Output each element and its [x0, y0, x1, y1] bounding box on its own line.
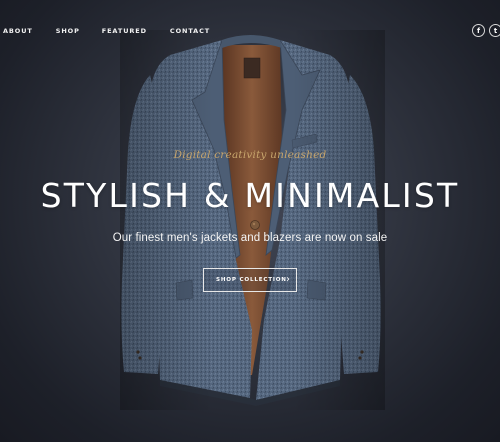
- hero-headline: STYLISH & MINIMALIST: [40, 176, 460, 215]
- shop-collection-button[interactable]: SHOP COLLECTION ›: [203, 268, 297, 292]
- nav-shop-link[interactable]: SHOP: [56, 27, 80, 36]
- blazer-image: [120, 30, 385, 410]
- nav-about-link[interactable]: ABOUT: [3, 27, 33, 36]
- main-nav: ABOUT SHOP FEATURED CONTACT: [3, 27, 210, 36]
- nav-contact-link[interactable]: CONTACT: [170, 27, 210, 36]
- hero-subline: Our finest men's jackets and blazers are…: [112, 232, 388, 244]
- nav-featured-link[interactable]: FEATURED: [102, 27, 147, 36]
- chevron-right-icon: ›: [286, 274, 290, 285]
- social-links: f t: [472, 24, 500, 37]
- shop-collection-label: SHOP COLLECTION: [216, 277, 287, 283]
- twitter-icon[interactable]: t: [489, 24, 500, 37]
- facebook-icon[interactable]: f: [472, 24, 485, 37]
- hero-tagline: Digital creativity unleashed: [173, 149, 327, 161]
